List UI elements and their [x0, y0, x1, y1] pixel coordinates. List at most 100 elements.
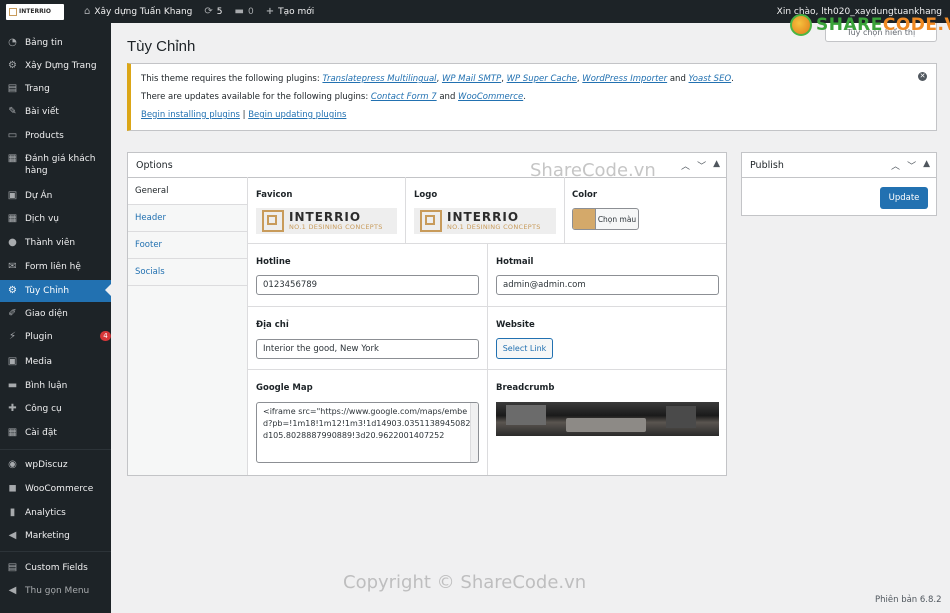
- begin-installing-link[interactable]: Begin installing plugins: [141, 110, 240, 120]
- site-logo-text: INTERRIO: [19, 8, 52, 15]
- address-input[interactable]: Interior the good, New York: [256, 339, 479, 359]
- sidebar-item-5[interactable]: ▦ Đánh giá khách hàng: [0, 153, 111, 183]
- plugin-update-badge: 4: [100, 331, 111, 341]
- sidebar-item-20[interactable]: ◀ Marketing: [0, 530, 111, 546]
- sharecode-logo: SHARECODE.VN: [790, 14, 950, 36]
- color-swatch: [573, 209, 595, 229]
- sidebar-item-11[interactable]: ✐ Giao diện: [0, 308, 111, 324]
- sidebar-item-19[interactable]: ▮ Analytics: [0, 507, 111, 523]
- notice-line-updates: There are updates available for the foll…: [141, 92, 526, 102]
- hotmail-input[interactable]: admin@admin.com: [496, 275, 719, 295]
- publish-header: Publish ︿ ﹀ ▲: [742, 153, 936, 178]
- sidebar-item-3[interactable]: ✎ Bài viết: [0, 106, 111, 122]
- sidebar-item-label: Tùy Chỉnh: [25, 286, 70, 296]
- sidebar-item-0[interactable]: ◔ Bảng tin: [0, 37, 111, 53]
- move-down-icon[interactable]: ﹀: [697, 159, 706, 172]
- comments-link[interactable]: ▬ 0: [229, 0, 260, 23]
- megaphone-icon: ◀: [8, 530, 17, 541]
- tab-footer[interactable]: Footer: [128, 232, 247, 259]
- plugin-link[interactable]: Yoast SEO: [689, 74, 732, 84]
- sidebar-item-12[interactable]: ⚡ Plugin 4: [0, 331, 111, 349]
- color-picker[interactable]: Chọn màu: [572, 208, 639, 230]
- select-link-button[interactable]: Select Link: [496, 338, 553, 359]
- mail-icon: ✉: [8, 261, 17, 272]
- move-down-icon[interactable]: ﹀: [907, 159, 916, 172]
- toggle-panel-icon[interactable]: ▲: [713, 159, 720, 172]
- sidebar-item-label: Cài đặt: [25, 428, 57, 438]
- sidebar-item-13[interactable]: ▣ Media: [0, 356, 111, 372]
- tab-socials[interactable]: Socials: [128, 259, 247, 286]
- hotline-label: Hotline: [256, 257, 291, 267]
- sidebar-item-label: wpDiscuz: [25, 460, 68, 470]
- options-tabs: General Header Footer Socials: [128, 178, 248, 475]
- favicon-image[interactable]: INTERRIO NO.1 DESINING CONCEPTS: [256, 208, 397, 234]
- breadcrumb-image[interactable]: [496, 402, 719, 436]
- sidebar-item-14[interactable]: ▬ Bình luận: [0, 380, 111, 396]
- tab-header[interactable]: Header: [128, 205, 247, 232]
- notice-actions: Begin installing plugins | Begin updatin…: [141, 110, 347, 120]
- sidebar-item-label: Dự Án: [25, 191, 53, 201]
- sidebar-item-18[interactable]: ◼ WooCommerce: [0, 483, 111, 499]
- sidebar-item-label: Thu gọn Menu: [25, 586, 90, 596]
- sidebar-item-1[interactable]: ⚙ Xây Dựng Trang: [0, 60, 111, 76]
- logo-label: Logo: [414, 190, 438, 200]
- sidebar-item-label: Media: [25, 357, 53, 367]
- comment-icon: ▬: [7, 380, 18, 391]
- watermark-bottom: Copyright © ShareCode.vn: [343, 572, 587, 593]
- folder-icon: ▣: [7, 190, 18, 201]
- plugin-link[interactable]: Translatepress Multilingual: [322, 74, 436, 84]
- plugin-link[interactable]: Contact Form 7: [371, 92, 437, 102]
- sidebar-item-label: Bình luận: [25, 381, 68, 391]
- interrio-logo-mark-icon: [262, 210, 284, 232]
- sidebar-item-6[interactable]: ▣ Dự Án: [0, 190, 111, 206]
- admin-sidebar: ◔ Bảng tin ⚙ Xây Dựng Trang ▤ Trang ✎ Bài viết ▭…: [0, 23, 111, 613]
- site-name-link[interactable]: ⌂ Xây dựng Tuấn Khang: [78, 0, 198, 23]
- updates-link[interactable]: ⟳ 5: [198, 0, 228, 23]
- sidebar-item-7[interactable]: ▦ Dịch vụ: [0, 213, 111, 229]
- sidebar-item-label: Trang: [25, 84, 50, 94]
- logo-image[interactable]: INTERRIO NO.1 DESINING CONCEPTS: [414, 208, 556, 234]
- sidebar-item-label: Custom Fields: [25, 563, 88, 573]
- google-map-textarea[interactable]: <iframe src="https://www.google.com/maps…: [256, 402, 479, 463]
- move-up-icon[interactable]: ︿: [681, 159, 690, 172]
- textarea-scrollbar[interactable]: [470, 403, 478, 462]
- hotline-input[interactable]: 0123456789: [256, 275, 479, 295]
- update-button[interactable]: Update: [880, 187, 928, 209]
- sidebar-item-9[interactable]: ✉ Form liên hệ: [0, 261, 111, 277]
- sidebar-item-21[interactable]: ▤ Custom Fields: [0, 562, 111, 578]
- sidebar-item-label: Thành viên: [25, 238, 76, 248]
- sidebar-item-label: Bài viết: [25, 107, 59, 117]
- sidebar-item-16[interactable]: ▦ Cài đặt: [0, 427, 111, 443]
- plugin-link[interactable]: WP Super Cache: [507, 74, 577, 84]
- sidebar-item-10[interactable]: ⚙ Tùy Chỉnh: [0, 280, 111, 302]
- sidebar-item-15[interactable]: ✚ Công cụ: [0, 403, 111, 419]
- tab-general[interactable]: General: [128, 178, 248, 205]
- plugin-link[interactable]: WP Mail SMTP: [442, 74, 501, 84]
- toggle-panel-icon[interactable]: ▲: [923, 159, 930, 172]
- sidebar-item-4[interactable]: ▭ Products: [0, 130, 111, 146]
- move-up-icon[interactable]: ︿: [891, 159, 900, 172]
- sidebar-item-label: Form liên hệ: [25, 262, 81, 272]
- site-logo[interactable]: INTERRIO: [0, 0, 78, 23]
- watermark-top: ShareCode.vn: [530, 160, 656, 181]
- sidebar-item-8[interactable]: ● Thành viên: [0, 237, 111, 253]
- hotmail-label: Hotmail: [496, 257, 534, 267]
- pin-icon: ✎: [8, 106, 17, 117]
- sidebar-item-22[interactable]: ◀ Thu gọn Menu: [0, 585, 111, 601]
- chart-icon: ▮: [9, 507, 16, 518]
- begin-updating-link[interactable]: Begin updating plugins: [248, 110, 346, 120]
- page-title: Tùy Chỉnh: [127, 38, 196, 55]
- sidebar-item-17[interactable]: ◉ wpDiscuz: [0, 459, 111, 475]
- new-content-link[interactable]: + Tạo mới: [260, 0, 321, 23]
- plugin-link[interactable]: WooCommerce: [458, 92, 523, 102]
- dismiss-icon[interactable]: ✕: [918, 72, 927, 81]
- sidebar-item-label: Dịch vụ: [25, 214, 59, 224]
- sidebar-item-2[interactable]: ▤ Trang: [0, 83, 111, 99]
- sidebar-item-label: Bảng tin: [25, 38, 63, 48]
- grid-icon: ▦: [7, 213, 18, 224]
- choose-color-button[interactable]: Chọn màu: [595, 209, 638, 229]
- plugin-link[interactable]: WordPress Importer: [582, 74, 667, 84]
- google-map-label: Google Map: [256, 383, 313, 393]
- wrench-icon: ✚: [8, 403, 17, 414]
- page-icon: ▤: [7, 83, 18, 94]
